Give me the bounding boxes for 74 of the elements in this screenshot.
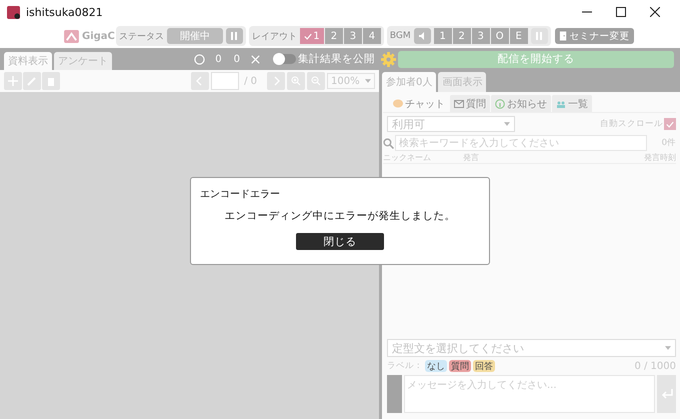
seminar-change-button[interactable]: セミナー変更	[554, 28, 634, 44]
previous-page-button[interactable]	[191, 72, 210, 90]
next-page-button[interactable]	[267, 72, 285, 90]
pen-icon	[27, 76, 37, 86]
close-button[interactable]: 閉じる	[296, 233, 384, 250]
dialog-message: エンコーディング中にエラーが発生しました。	[224, 209, 456, 223]
trash-button[interactable]	[42, 72, 60, 90]
template-select[interactable]: 定型文を選択してください	[387, 339, 676, 357]
maximize-icon[interactable]	[616, 7, 626, 17]
close-icon[interactable]	[650, 7, 660, 17]
bgm-track-button[interactable]: 1	[434, 28, 452, 44]
move-button[interactable]	[4, 72, 22, 90]
envelope-icon	[454, 98, 464, 108]
layout-label: レイアウト	[252, 30, 297, 42]
status-badge: 開催中	[166, 28, 223, 44]
zoom-out-button[interactable]	[307, 72, 325, 90]
page-field[interactable]	[211, 72, 240, 90]
bgm-track-button[interactable]: O	[490, 28, 509, 44]
chat-tab[interactable]: お知らせ	[491, 95, 551, 112]
circle-icon	[194, 54, 206, 64]
logo-text: GigaC	[82, 30, 115, 42]
speaker-button[interactable]	[414, 28, 431, 44]
layout-button[interactable]: 3	[344, 28, 362, 44]
cross-icon	[250, 54, 261, 64]
correct-count: 0	[215, 54, 222, 64]
message-side-bar	[387, 375, 402, 413]
speaker-icon	[418, 32, 426, 40]
logo-icon	[64, 30, 79, 42]
filter-select[interactable]: 利用可	[387, 116, 515, 132]
caret-icon	[504, 122, 510, 126]
enter-icon	[660, 389, 672, 399]
move-icon	[8, 76, 18, 86]
label-tag[interactable]: 質問	[449, 360, 471, 372]
chat-tab[interactable]: 一覧	[552, 95, 592, 112]
pen-button[interactable]	[23, 72, 41, 90]
bgm-track-button[interactable]: E	[510, 28, 528, 44]
pause-icon	[535, 32, 544, 40]
layout-button[interactable]: 2	[324, 28, 343, 44]
zoom-in-icon	[291, 76, 301, 86]
check-icon	[666, 120, 674, 128]
check-icon	[304, 32, 312, 40]
wrong-count: 0	[234, 54, 240, 64]
publish-label: 集計結果を公開	[298, 52, 375, 66]
bgm-track-button[interactable]: 2	[452, 28, 471, 44]
chat-tab[interactable]: 質問	[450, 95, 490, 112]
window-title: ishitsuka0821	[26, 6, 103, 18]
bgm-pause-button[interactable]	[530, 28, 548, 44]
zoom-in-button[interactable]	[287, 72, 305, 90]
label-tag[interactable]: 回答	[473, 360, 495, 372]
label-tag[interactable]: なし	[425, 360, 447, 372]
bgm-track-button[interactable]: 3	[472, 28, 490, 44]
caret-icon	[365, 79, 371, 83]
pause-button[interactable]	[226, 28, 243, 44]
dialog-title: エンコードエラー	[200, 188, 280, 201]
trash-icon	[46, 76, 56, 86]
tab[interactable]: 資料表示	[4, 52, 52, 70]
layout-button[interactable]: 1	[300, 28, 324, 44]
speech-bubble-icon	[393, 98, 403, 108]
send-button[interactable]	[657, 375, 676, 413]
tab[interactable]: 参加者0人	[382, 72, 436, 92]
publish-toggle[interactable]	[274, 54, 296, 64]
settings-icon[interactable]	[381, 52, 396, 66]
caret-icon	[665, 346, 671, 350]
bgm-label: BGM	[390, 31, 411, 41]
start-broadcast-button[interactable]: 配信を開始する	[398, 50, 674, 68]
auto-scroll-checkbox[interactable]	[664, 118, 676, 130]
status-label: ステータス	[118, 30, 164, 42]
pause-icon	[230, 32, 238, 40]
zoom-out-icon	[311, 76, 321, 86]
info-icon	[495, 98, 505, 108]
layout-button[interactable]: 4	[362, 28, 381, 44]
app-icon	[7, 6, 20, 18]
people-icon	[556, 98, 566, 108]
door-icon	[558, 31, 568, 41]
